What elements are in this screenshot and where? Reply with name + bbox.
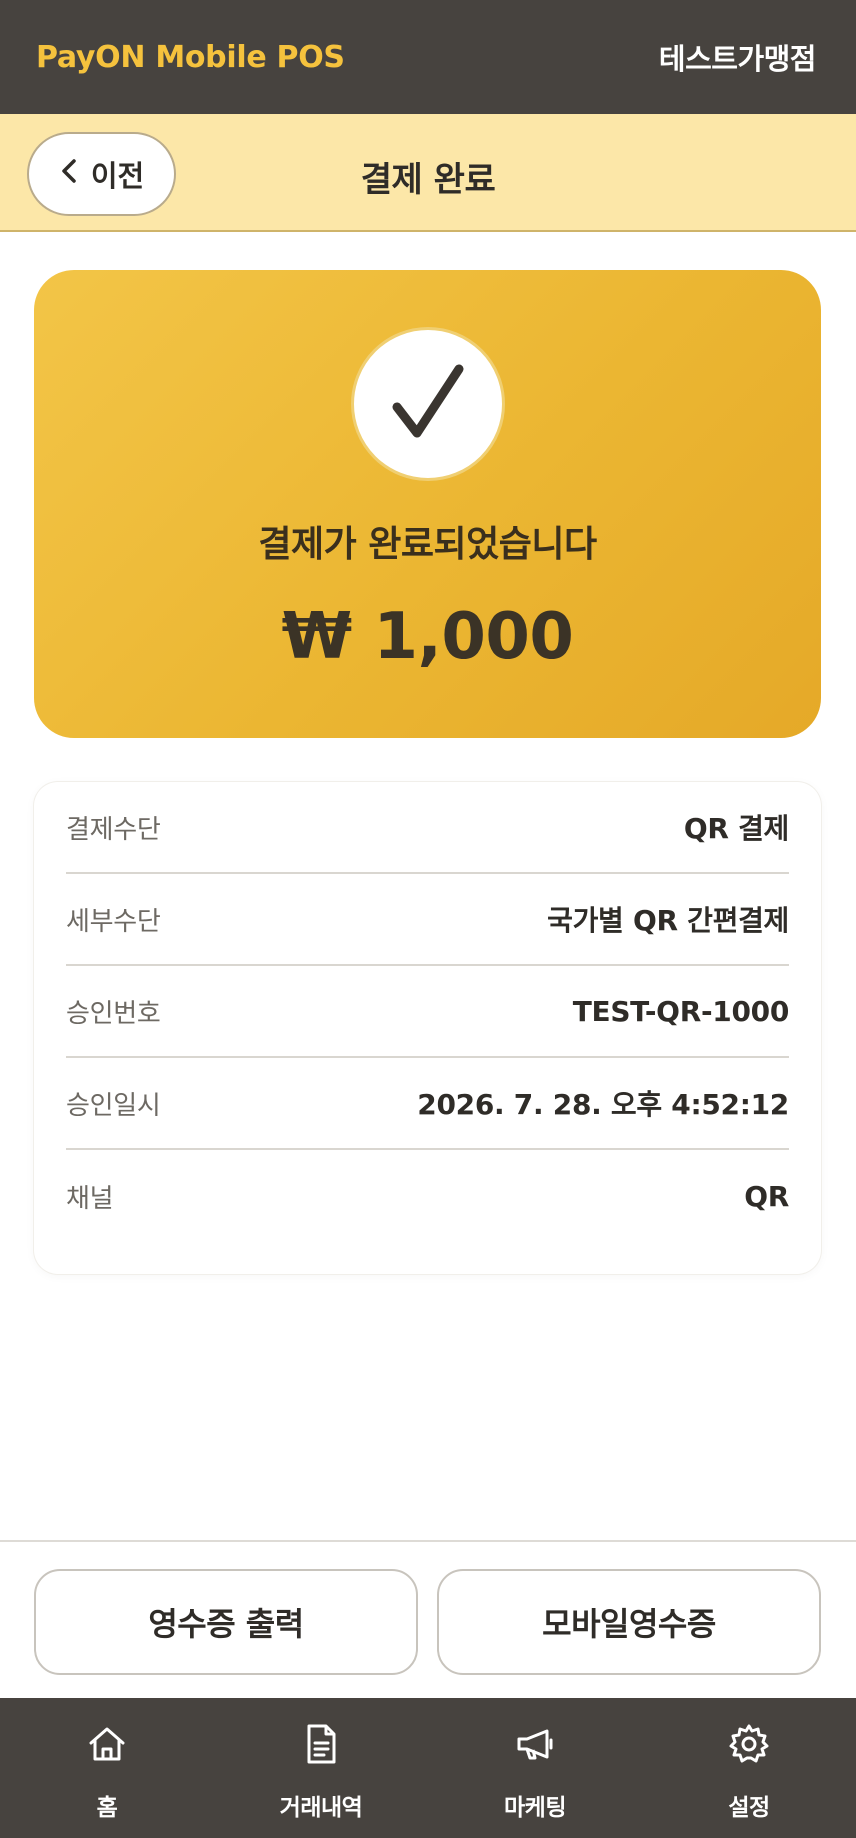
detail-label: 세부수단: [66, 906, 161, 937]
mobile-receipt-button[interactable]: 모바일영수증: [437, 1569, 821, 1675]
nav-item-marketing[interactable]: 마케팅: [428, 1698, 642, 1838]
detail-label: 채널: [66, 1183, 114, 1214]
success-badge: [351, 327, 505, 481]
gear-icon: [727, 1722, 771, 1770]
store-name: 테스트가맹점: [658, 42, 817, 76]
detail-value: QR 결제: [683, 812, 789, 845]
page-title: 결제 완료: [360, 160, 496, 200]
detail-row-approval-number: 승인번호 TEST-QR-1000: [66, 966, 789, 1058]
payment-details: 결제수단 QR 결제 세부수단 국가별 QR 간편결제 승인번호 TEST-QR…: [34, 782, 821, 1274]
detail-value: 2026. 7. 28. 오후 4:52:12: [417, 1088, 789, 1121]
home-icon: [85, 1722, 129, 1770]
success-message: 결제가 완료되었습니다: [258, 524, 597, 565]
payment-success-card: 결제가 완료되었습니다 ₩ 1,000: [34, 270, 821, 738]
payment-amount: ₩ 1,000: [281, 600, 574, 674]
detail-row-channel: 채널 QR: [66, 1150, 789, 1242]
detail-value: 국가별 QR 간편결제: [547, 904, 789, 937]
megaphone-icon: [513, 1722, 557, 1770]
action-bar: 영수증 출력 모바일영수증: [0, 1540, 856, 1698]
document-icon: [299, 1722, 343, 1770]
detail-value: QR: [744, 1179, 789, 1213]
bottom-nav: 홈 거래내역 마케팅 설정: [0, 1698, 856, 1838]
nav-label: 설정: [728, 1795, 770, 1821]
detail-row-sub-method: 세부수단 국가별 QR 간편결제: [66, 874, 789, 966]
checkmark-icon: [387, 361, 469, 447]
nav-label: 마케팅: [504, 1795, 566, 1821]
detail-row-payment-method: 결제수단 QR 결제: [66, 782, 789, 874]
detail-label: 결제수단: [66, 814, 161, 845]
print-receipt-button[interactable]: 영수증 출력: [34, 1569, 418, 1675]
detail-row-approval-datetime: 승인일시 2026. 7. 28. 오후 4:52:12: [66, 1058, 789, 1150]
nav-label: 거래내역: [279, 1795, 363, 1821]
app-title: PayON Mobile POS: [36, 39, 345, 75]
app-bar: PayON Mobile POS 테스트가맹점: [0, 0, 856, 114]
detail-value: TEST-QR-1000: [572, 994, 790, 1028]
sub-header: 이전 결제 완료: [0, 114, 856, 232]
detail-label: 승인번호: [66, 998, 161, 1029]
nav-label: 홈: [96, 1795, 118, 1821]
nav-item-transactions[interactable]: 거래내역: [214, 1698, 428, 1838]
detail-label: 승인일시: [66, 1090, 161, 1121]
nav-item-settings[interactable]: 설정: [642, 1698, 856, 1838]
nav-item-home[interactable]: 홈: [0, 1698, 214, 1838]
